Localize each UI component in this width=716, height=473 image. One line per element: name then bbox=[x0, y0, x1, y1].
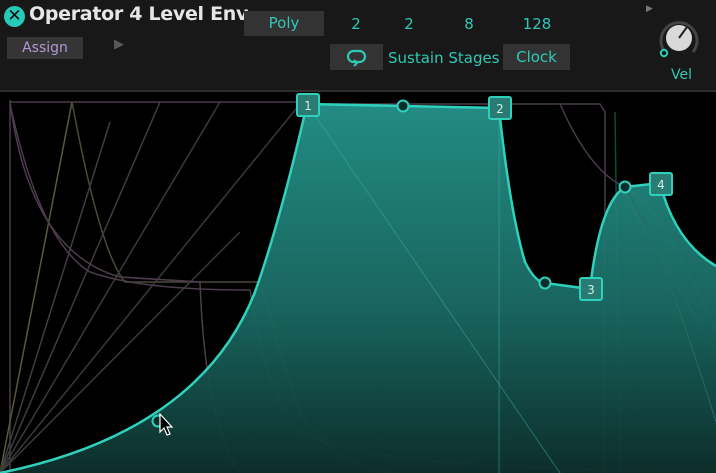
node-label: 1 bbox=[304, 99, 312, 113]
close-icon[interactable]: ✕ bbox=[4, 6, 25, 27]
envelope-node-4[interactable]: 4 bbox=[649, 172, 673, 196]
envelope-node-3[interactable]: 3 bbox=[579, 277, 603, 301]
loop-button[interactable] bbox=[330, 44, 383, 70]
velocity-label: Vel bbox=[671, 67, 692, 83]
loop-icon bbox=[346, 49, 367, 67]
value-field-3[interactable]: 8 bbox=[449, 15, 489, 33]
play-arrow-icon[interactable]: ▶ bbox=[114, 37, 124, 52]
page-title: Operator 4 Level Env bbox=[29, 3, 249, 25]
value-field-4[interactable]: 128 bbox=[517, 15, 557, 33]
node-label: 3 bbox=[587, 283, 595, 297]
knob-icon bbox=[659, 21, 699, 58]
curve-handle[interactable] bbox=[396, 99, 410, 113]
value-field-2[interactable]: 2 bbox=[389, 15, 429, 33]
curve-handle[interactable] bbox=[538, 276, 552, 290]
toolbar-header: ✕ Operator 4 Level Env Assign ▶ Poly 2 2… bbox=[0, 0, 716, 92]
clock-button[interactable]: Clock bbox=[503, 44, 570, 70]
node-label: 2 bbox=[496, 102, 504, 116]
envelope-node-1[interactable]: 1 bbox=[296, 93, 320, 117]
node-label: 4 bbox=[657, 178, 665, 192]
envelope-fill bbox=[0, 104, 716, 473]
assign-button[interactable]: Assign bbox=[7, 37, 83, 59]
envelope-editor[interactable]: 1 2 3 4 bbox=[0, 92, 716, 473]
velocity-knob[interactable] bbox=[654, 14, 704, 64]
small-arrow-icon: ▶ bbox=[646, 4, 653, 14]
sustain-stages-label: Sustain Stages bbox=[388, 49, 500, 67]
value-field-1[interactable]: 2 bbox=[336, 15, 376, 33]
curve-handle[interactable] bbox=[618, 180, 632, 194]
poly-button[interactable]: Poly bbox=[244, 11, 324, 36]
envelope-node-2[interactable]: 2 bbox=[488, 96, 512, 120]
